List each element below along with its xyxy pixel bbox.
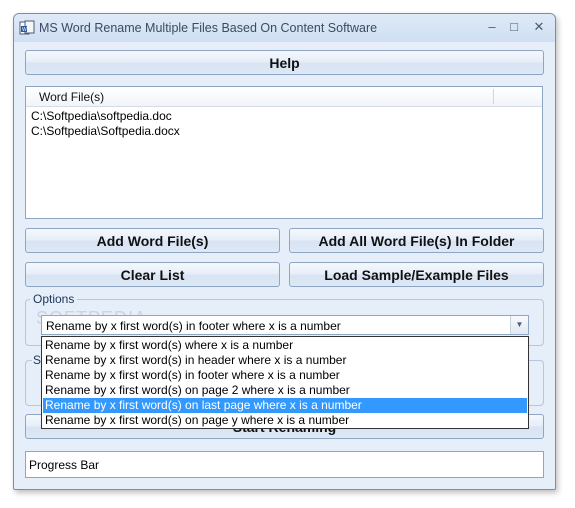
help-button[interactable]: Help xyxy=(25,50,544,75)
svg-text:W: W xyxy=(22,27,27,33)
rename-mode-select[interactable]: Rename by x first word(s) in footer wher… xyxy=(41,315,529,335)
rename-mode-selected-value: Rename by x first word(s) in footer wher… xyxy=(46,319,341,333)
list-header: Word File(s) xyxy=(26,87,542,107)
dropdown-option[interactable]: Rename by x first word(s) in header wher… xyxy=(43,353,527,368)
add-word-files-button[interactable]: Add Word File(s) xyxy=(25,228,280,253)
progress-bar-label: Progress Bar xyxy=(29,458,100,472)
column-header-word-files[interactable]: Word File(s) xyxy=(39,90,104,104)
title-bar[interactable]: W MS Word Rename Multiple Files Based On… xyxy=(14,14,555,42)
options-group-label: Options xyxy=(30,292,78,306)
dropdown-option-highlighted[interactable]: Rename by x first word(s) on last page w… xyxy=(43,398,527,413)
dropdown-option[interactable]: Rename by x first word(s) where x is a n… xyxy=(43,338,527,353)
column-separator[interactable] xyxy=(493,89,494,104)
clear-list-button[interactable]: Clear List xyxy=(25,262,280,287)
dropdown-option[interactable]: Rename by x first word(s) on page 2 wher… xyxy=(43,383,527,398)
progress-bar: Progress Bar xyxy=(25,451,544,478)
window-title: MS Word Rename Multiple Files Based On C… xyxy=(39,21,378,35)
dropdown-option[interactable]: Rename by x first word(s) on page y wher… xyxy=(43,413,527,428)
app-window: W MS Word Rename Multiple Files Based On… xyxy=(13,13,556,490)
list-item[interactable]: C:\Softpedia\Softpedia.docx xyxy=(31,124,180,138)
rename-mode-dropdown-list[interactable]: Rename by x first word(s) where x is a n… xyxy=(41,336,529,429)
chevron-down-icon[interactable]: ▼ xyxy=(510,316,528,334)
dropdown-option[interactable]: Rename by x first word(s) in footer wher… xyxy=(43,368,527,383)
load-sample-button[interactable]: Load Sample/Example Files xyxy=(289,262,544,287)
add-all-in-folder-button[interactable]: Add All Word File(s) In Folder xyxy=(289,228,544,253)
list-item[interactable]: C:\Softpedia\softpedia.doc xyxy=(31,109,172,123)
word-files-list[interactable]: Word File(s) C:\Softpedia\softpedia.doc … xyxy=(25,86,543,219)
maximize-button[interactable]: □ xyxy=(501,17,527,37)
word-document-icon: W xyxy=(19,20,35,35)
close-button[interactable]: ✕ xyxy=(526,17,552,37)
